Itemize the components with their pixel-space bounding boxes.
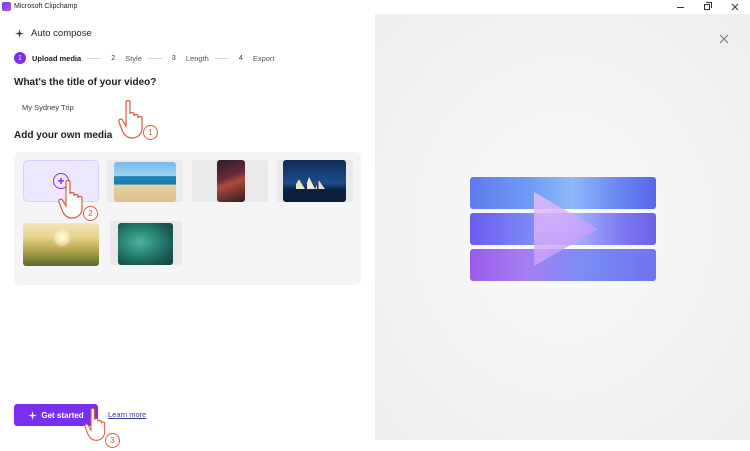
add-media-heading: Add your own media bbox=[14, 130, 113, 141]
step-export[interactable]: 4 Export bbox=[235, 52, 275, 64]
step-divider bbox=[214, 57, 229, 59]
minimize-button[interactable] bbox=[667, 0, 693, 14]
step-number: 4 bbox=[238, 54, 243, 62]
get-started-label: Get started bbox=[41, 410, 84, 420]
step-number: 2 bbox=[111, 54, 116, 62]
sparkle-icon bbox=[28, 410, 38, 420]
close-icon bbox=[719, 34, 729, 44]
step-number: 1 bbox=[14, 52, 26, 64]
step-divider bbox=[87, 57, 102, 59]
compose-header: Auto compose bbox=[15, 28, 92, 39]
compose-title: Auto compose bbox=[31, 28, 92, 39]
step-upload-media[interactable]: 1 Upload media bbox=[14, 52, 81, 64]
step-callout: 2 bbox=[83, 206, 98, 221]
illustration-bar bbox=[470, 177, 656, 209]
window-title: Microsoft Clipchamp bbox=[14, 3, 78, 10]
learn-more-link[interactable]: Learn more bbox=[108, 410, 146, 419]
minimize-icon bbox=[676, 6, 684, 8]
window-close-button[interactable] bbox=[722, 0, 748, 14]
media-thumbnail-beach[interactable] bbox=[114, 162, 176, 202]
video-title-question: What's the title of your video? bbox=[14, 77, 157, 88]
close-preview-button[interactable] bbox=[718, 32, 730, 44]
media-thumbnail-opera-house[interactable] bbox=[283, 160, 346, 202]
restore-icon bbox=[704, 4, 710, 10]
window-titlebar: Microsoft Clipchamp bbox=[0, 0, 750, 14]
illustration-bar bbox=[470, 249, 656, 281]
step-divider bbox=[147, 57, 162, 59]
step-callout: 3 bbox=[105, 433, 120, 448]
step-number: 3 bbox=[171, 54, 176, 62]
close-icon bbox=[731, 3, 739, 11]
panel-bottom-strip bbox=[375, 440, 750, 451]
step-label: Export bbox=[252, 53, 275, 63]
maximize-button[interactable] bbox=[694, 0, 720, 14]
step-style[interactable]: 2 Style bbox=[107, 52, 142, 64]
auto-compose-illustration bbox=[470, 177, 656, 281]
stepper: 1 Upload media 2 Style 3 Length 4 Export bbox=[14, 51, 275, 65]
media-thumbnail-reef-aerial[interactable] bbox=[118, 223, 173, 265]
auto-compose-panel: Auto compose 1 Upload media 2 Style 3 Le… bbox=[0, 14, 375, 451]
step-length[interactable]: 3 Length bbox=[168, 52, 209, 64]
step-label: Style bbox=[125, 53, 142, 63]
opera-house-shape bbox=[293, 177, 333, 189]
media-thumbnail-sunlit-field[interactable] bbox=[23, 223, 99, 266]
step-label: Length bbox=[185, 53, 209, 63]
sun-glow bbox=[53, 229, 71, 247]
step-label: Upload media bbox=[32, 53, 82, 63]
sparkle-icon bbox=[15, 29, 24, 38]
clipchamp-logo-icon bbox=[2, 2, 11, 11]
media-thumbnail-city-night[interactable] bbox=[217, 160, 245, 202]
step-callout: 1 bbox=[143, 125, 158, 140]
